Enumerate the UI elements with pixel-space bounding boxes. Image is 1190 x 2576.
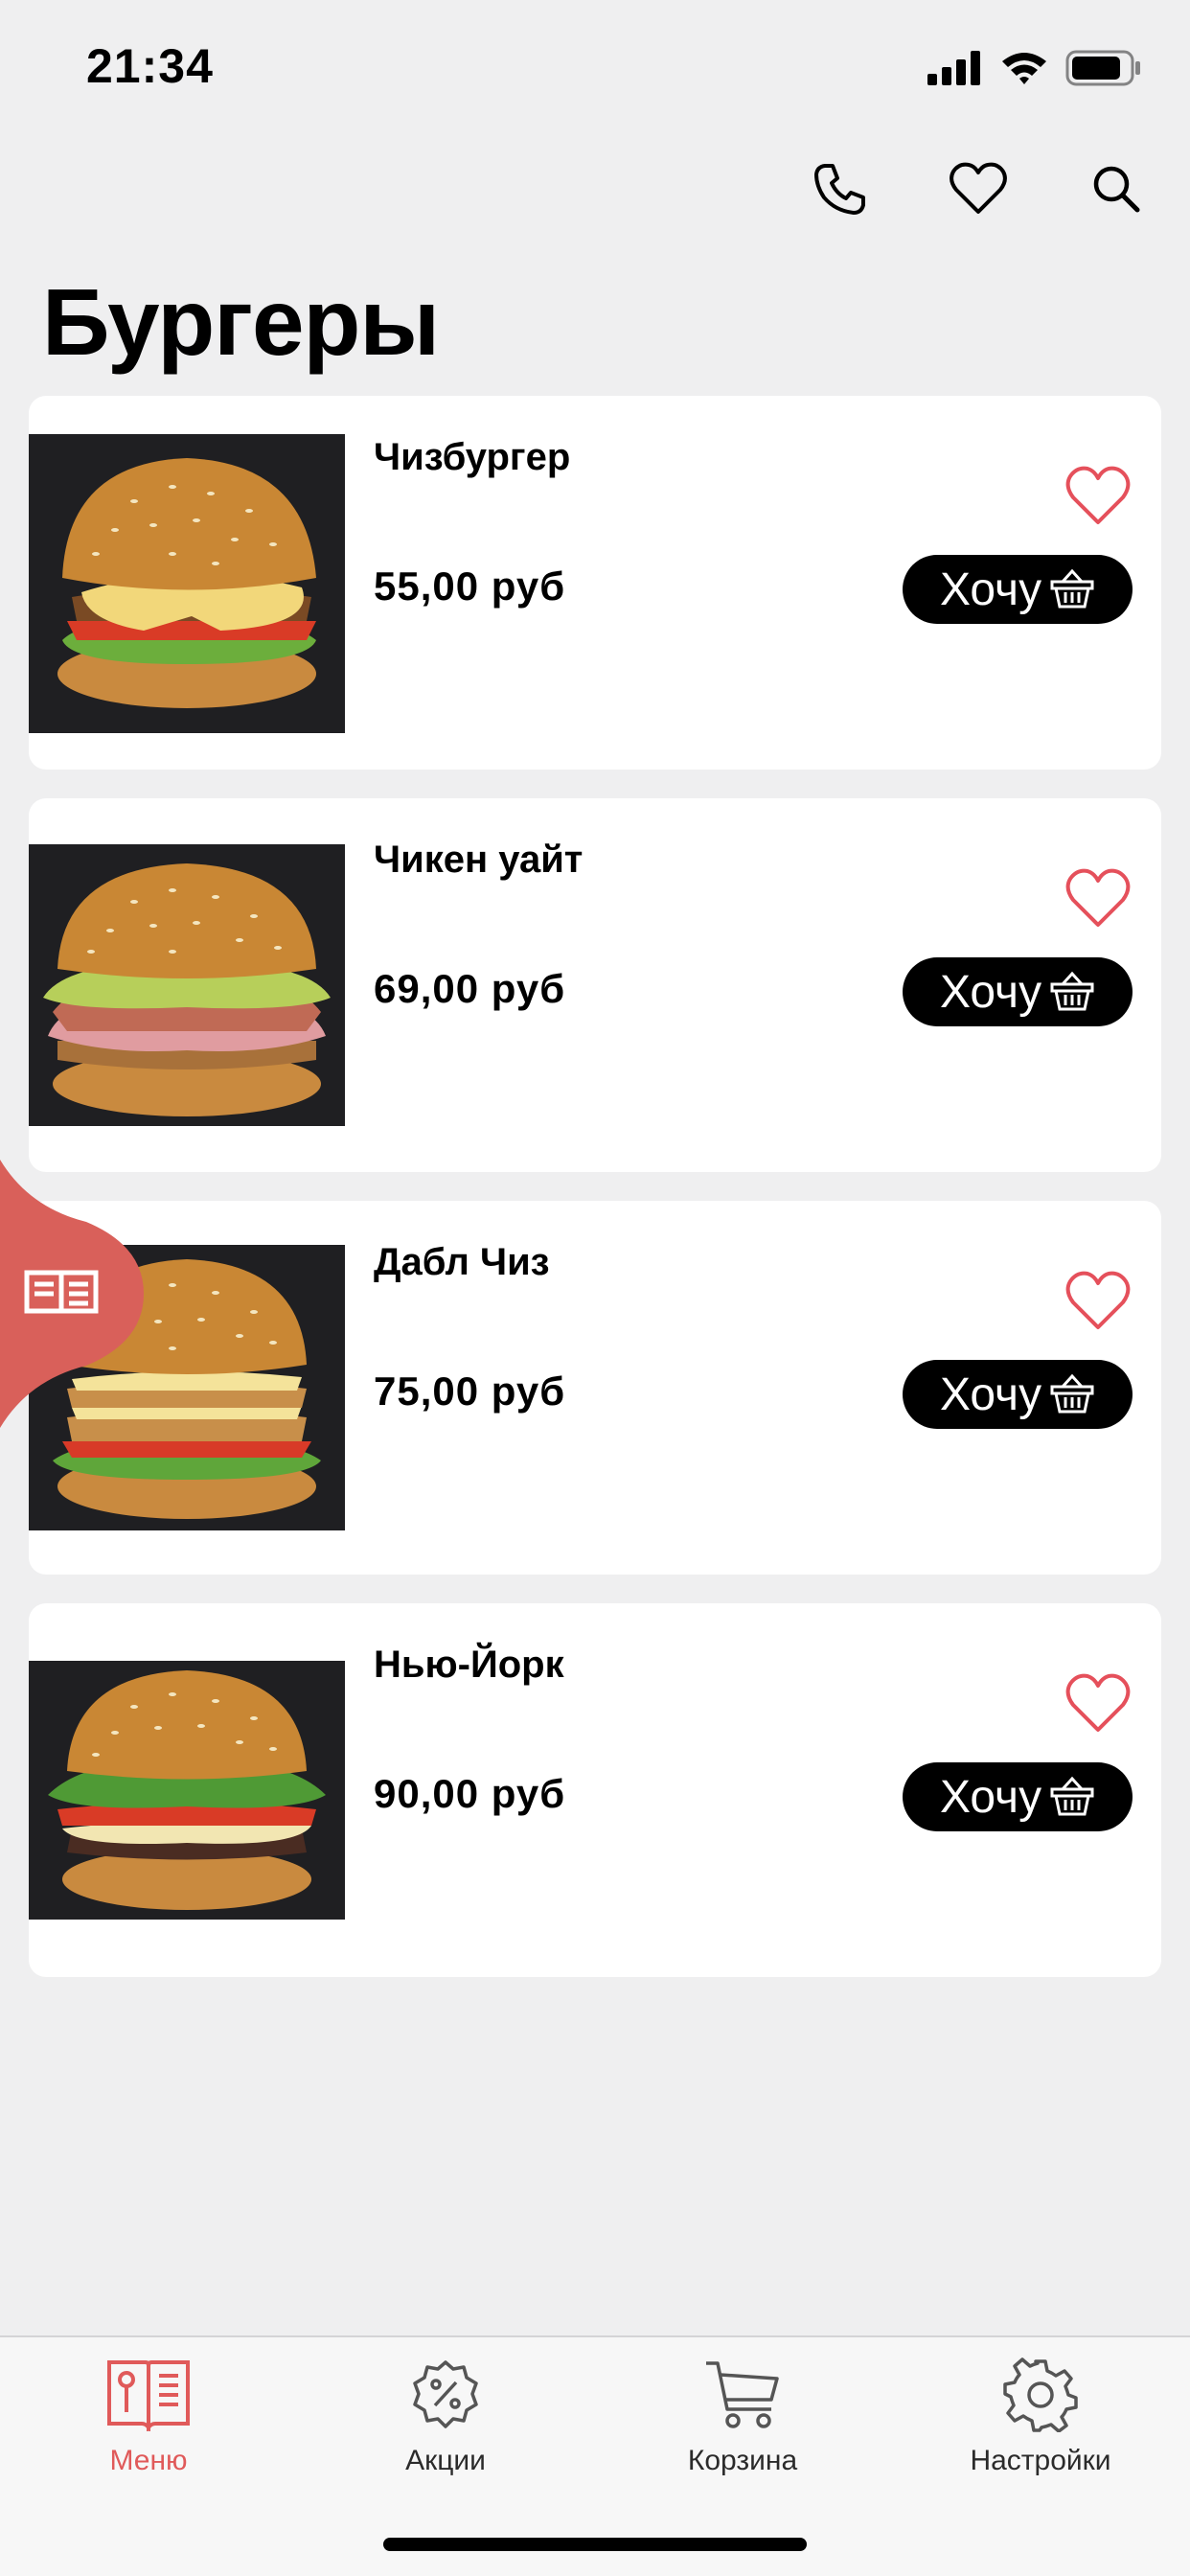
product-image xyxy=(29,434,345,733)
product-price: 90,00 руб xyxy=(374,1771,566,1816)
basket-icon xyxy=(1050,1373,1094,1414)
heart-icon[interactable] xyxy=(943,153,1014,224)
product-price: 69,00 руб xyxy=(374,966,566,1011)
tab-label: Акции xyxy=(405,2445,486,2476)
cart-icon xyxy=(699,2357,786,2433)
header-actions xyxy=(805,153,1152,224)
want-button-label: Хочу xyxy=(939,1771,1042,1823)
search-icon[interactable] xyxy=(1081,153,1152,224)
product-image xyxy=(29,1661,345,1920)
basket-icon xyxy=(1050,568,1094,609)
status-time: 21:34 xyxy=(86,39,214,93)
phone-icon[interactable] xyxy=(805,153,876,224)
favorite-heart-icon[interactable] xyxy=(1064,867,1133,931)
tab-label: Настройки xyxy=(970,2445,1111,2476)
status-bar: 21:34 xyxy=(0,0,1190,144)
product-name: Дабл Чиз xyxy=(374,1241,550,1283)
basket-icon xyxy=(1050,971,1094,1011)
menu-book-icon xyxy=(105,2357,192,2433)
product-card[interactable]: Нью-Йорк 90,00 руб Хочу xyxy=(29,1603,1161,1977)
want-button-label: Хочу xyxy=(939,564,1042,615)
favorite-heart-icon[interactable] xyxy=(1064,1672,1133,1736)
side-menu-tab[interactable] xyxy=(0,1160,144,1428)
want-button-label: Хочу xyxy=(939,966,1042,1018)
product-name: Нью-Йорк xyxy=(374,1644,564,1686)
product-price: 55,00 руб xyxy=(374,564,566,609)
gear-icon xyxy=(997,2357,1084,2433)
product-card[interactable]: Чизбургер 55,00 руб Хочу xyxy=(29,396,1161,770)
want-button[interactable]: Хочу xyxy=(903,555,1133,624)
want-button-label: Хочу xyxy=(939,1368,1042,1420)
tab-promotions[interactable]: Акции xyxy=(331,2357,561,2500)
tab-label: Меню xyxy=(109,2445,188,2476)
product-price: 75,00 руб xyxy=(374,1368,566,1414)
product-card[interactable]: Дабл Чиз 75,00 руб Хочу xyxy=(29,1201,1161,1575)
page-title: Бургеры xyxy=(42,269,440,375)
product-image xyxy=(29,844,345,1126)
product-name: Чизбургер xyxy=(374,436,571,478)
battery-icon xyxy=(1065,50,1140,86)
favorite-heart-icon[interactable] xyxy=(1064,1270,1133,1333)
tab-label: Корзина xyxy=(687,2445,798,2476)
tab-menu[interactable]: Меню xyxy=(34,2357,263,2500)
want-button[interactable]: Хочу xyxy=(903,1360,1133,1429)
tab-cart[interactable]: Корзина xyxy=(628,2357,858,2500)
percent-badge-icon xyxy=(402,2357,489,2433)
home-indicator[interactable] xyxy=(383,2538,807,2551)
want-button[interactable]: Хочу xyxy=(903,957,1133,1026)
product-name: Чикен уайт xyxy=(374,839,584,881)
favorite-heart-icon[interactable] xyxy=(1064,465,1133,528)
want-button[interactable]: Хочу xyxy=(903,1762,1133,1831)
product-card[interactable]: Чикен уайт 69,00 руб Хочу xyxy=(29,798,1161,1172)
basket-icon xyxy=(1050,1776,1094,1816)
status-icons xyxy=(927,50,1142,86)
tab-settings[interactable]: Настройки xyxy=(926,2357,1156,2500)
signal-icon xyxy=(927,51,980,85)
wifi-icon xyxy=(1002,53,1046,84)
